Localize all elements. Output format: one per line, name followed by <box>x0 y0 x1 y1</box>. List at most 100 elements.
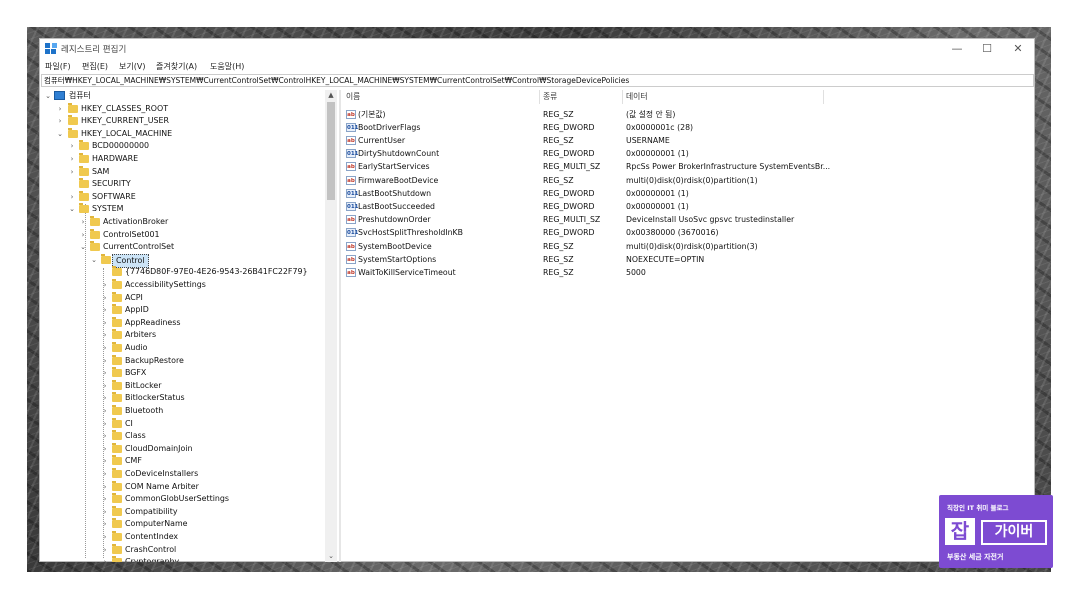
chevron-right-icon[interactable]: › <box>101 279 109 291</box>
column-header-type[interactable]: 종류 <box>543 91 557 102</box>
chevron-right-icon[interactable]: › <box>101 493 109 505</box>
address-bar[interactable]: 컴퓨터₩HKEY_LOCAL_MACHINE₩SYSTEM₩CurrentCon… <box>41 74 1034 87</box>
pane-divider[interactable] <box>339 90 341 562</box>
menu-help[interactable]: 도움말(H) <box>210 61 244 72</box>
folder-icon <box>112 556 122 562</box>
value-data: USERNAME <box>626 135 670 145</box>
maximize-button[interactable]: ☐ <box>972 40 1002 57</box>
folder-icon <box>112 442 122 453</box>
window-title: 레지스트리 편집기 <box>61 45 127 55</box>
value-type: REG_DWORD <box>543 228 595 238</box>
chevron-right-icon[interactable]: › <box>56 103 64 115</box>
menu-view[interactable]: 보기(V) <box>119 61 145 72</box>
value-row[interactable]: ab CurrentUser REG_SZ USERNAME <box>342 134 1034 147</box>
folder-icon <box>90 228 100 239</box>
chevron-right-icon[interactable]: › <box>101 392 109 404</box>
scroll-up-icon[interactable]: ▲ <box>325 90 337 101</box>
chevron-right-icon[interactable]: › <box>101 317 109 329</box>
menu-edit[interactable]: 편집(E) <box>82 61 108 72</box>
minimize-button[interactable]: — <box>942 40 972 57</box>
regedit-icon <box>45 43 57 54</box>
value-name: WaitToKillServiceTimeout <box>358 267 456 277</box>
chevron-right-icon[interactable]: › <box>56 115 64 127</box>
chevron-down-icon[interactable]: ⌄ <box>79 241 87 253</box>
string-value-icon: ab <box>346 267 356 277</box>
chevron-right-icon[interactable]: › <box>68 166 76 178</box>
chevron-right-icon[interactable]: › <box>101 418 109 430</box>
value-row[interactable]: 011 SvcHostSplitThresholdInKB REG_DWORD 0x0… <box>342 226 1034 239</box>
chevron-right-icon[interactable]: › <box>79 216 87 228</box>
watermark-main: 가이버 <box>981 520 1047 545</box>
value-data: NOEXECUTE=OPTIN <box>626 254 705 264</box>
folder-icon <box>112 531 122 541</box>
chevron-right-icon[interactable]: › <box>101 304 109 316</box>
value-row[interactable]: ab SystemStartOptions REG_SZ NOEXECUTE=OPT… <box>342 253 1034 266</box>
binary-value-icon: 011 <box>346 228 359 238</box>
chevron-right-icon[interactable]: › <box>101 544 109 556</box>
chevron-right-icon[interactable]: › <box>101 481 109 493</box>
chevron-right-icon[interactable]: › <box>101 430 109 442</box>
chevron-right-icon[interactable]: › <box>68 153 76 165</box>
menu-favorites[interactable]: 즐겨찾기(A) <box>156 61 197 72</box>
value-row[interactable]: ab WaitToKillServiceTimeout REG_SZ 5000 <box>342 266 1034 279</box>
chevron-down-icon[interactable]: ⌄ <box>44 90 52 102</box>
chevron-right-icon[interactable]: › <box>101 342 109 354</box>
value-row[interactable]: ab PreshutdownOrder REG_MULTI_SZ DeviceInst… <box>342 213 1034 226</box>
value-type: REG_SZ <box>543 254 574 264</box>
chevron-right-icon[interactable]: › <box>101 518 109 530</box>
folder-icon <box>112 379 122 390</box>
value-name: PreshutdownOrder <box>358 215 431 225</box>
chevron-right-icon[interactable]: › <box>101 556 109 562</box>
value-type: REG_SZ <box>543 135 574 145</box>
chevron-right-icon[interactable]: › <box>101 405 109 417</box>
chevron-right-icon[interactable]: › <box>101 329 109 341</box>
value-data: 0x00000001 (1) <box>626 188 689 198</box>
folder-icon <box>112 304 122 315</box>
folder-icon <box>112 316 122 327</box>
chevron-down-icon[interactable]: ⌄ <box>56 128 64 140</box>
chevron-right-icon[interactable]: › <box>101 443 109 455</box>
value-row[interactable]: ab SystemBootDevice REG_SZ multi(0)disk(0)r… <box>342 240 1034 253</box>
chevron-right-icon[interactable]: › <box>68 191 76 203</box>
value-row[interactable]: 011 DirtyShutdownCount REG_DWORD 0x00000001… <box>342 147 1034 160</box>
column-header-name[interactable]: 이름 <box>346 91 360 102</box>
chevron-right-icon[interactable]: › <box>79 229 87 241</box>
chevron-right-icon[interactable]: › <box>101 380 109 392</box>
value-row[interactable]: ab EarlyStartServices REG_MULTI_SZ RpcSs Po… <box>342 160 1034 173</box>
string-value-icon: ab <box>346 215 356 225</box>
chevron-right-icon[interactable]: › <box>101 292 109 304</box>
value-data: multi(0)disk(0)rdisk(0)partition(3) <box>626 241 758 251</box>
tree-scrollbar[interactable]: ▲ ⌄ <box>325 90 337 562</box>
chevron-right-icon[interactable]: › <box>101 455 109 467</box>
chevron-down-icon[interactable]: ⌄ <box>90 254 98 266</box>
value-name: LastBootShutdown <box>358 188 432 198</box>
chevron-right-icon[interactable]: › <box>101 531 109 543</box>
chevron-right-icon[interactable]: › <box>101 468 109 480</box>
value-data: 5000 <box>626 267 646 277</box>
chevron-down-icon[interactable]: ⌄ <box>68 203 76 215</box>
folder-icon <box>68 102 78 113</box>
value-type: REG_SZ <box>543 241 574 251</box>
chevron-right-icon[interactable]: › <box>101 506 109 518</box>
chevron-right-icon[interactable]: › <box>101 355 109 367</box>
folder-icon <box>68 127 78 138</box>
chevron-right-icon[interactable]: › <box>101 367 109 379</box>
value-row[interactable]: 011 LastBootSucceeded REG_DWORD 0x00000001 … <box>342 200 1034 213</box>
folder-icon <box>112 480 122 491</box>
scroll-down-icon[interactable]: ⌄ <box>325 551 337 562</box>
value-row[interactable]: 011 LastBootShutdown REG_DWORD 0x00000001 (… <box>342 187 1034 200</box>
value-row[interactable]: ab FirmwareBootDevice REG_SZ multi(0)disk(0… <box>342 174 1034 187</box>
folder-icon <box>68 115 78 126</box>
close-button[interactable]: ✕ <box>1003 40 1033 57</box>
column-header-data[interactable]: 데이터 <box>626 91 648 102</box>
folder-icon <box>112 455 122 466</box>
value-name: LastBootSucceeded <box>358 201 435 211</box>
folder-icon <box>112 417 122 428</box>
value-row[interactable]: ab (기본값) REG_SZ (값 설정 안 됨) <box>342 108 1034 121</box>
menu-file[interactable]: 파일(F) <box>45 61 71 72</box>
folder-icon <box>112 367 122 378</box>
value-row[interactable]: 011 BootDriverFlags REG_DWORD 0x0000001c (2… <box>342 121 1034 134</box>
scroll-thumb[interactable] <box>327 102 335 200</box>
chevron-right-icon[interactable]: › <box>68 140 76 152</box>
value-name: SystemBootDevice <box>358 241 432 251</box>
